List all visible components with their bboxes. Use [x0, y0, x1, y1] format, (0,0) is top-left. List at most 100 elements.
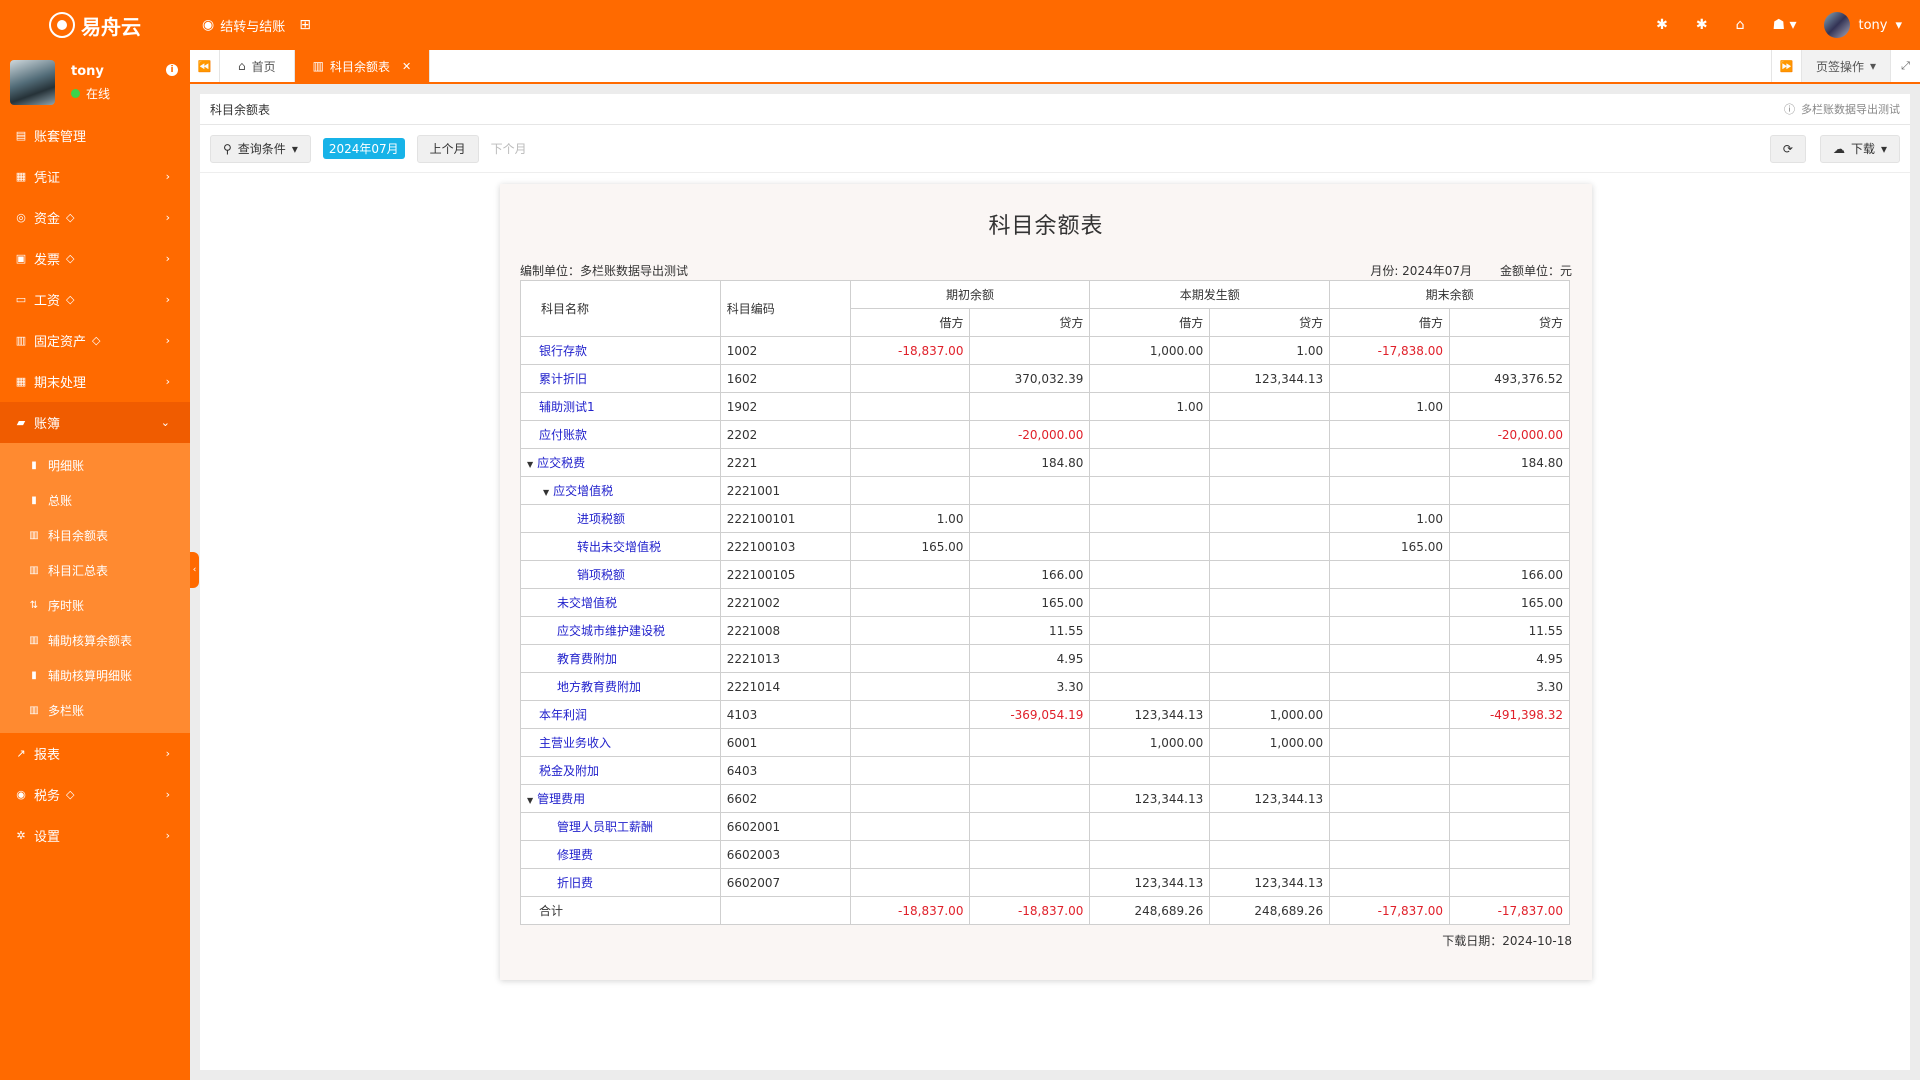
tab-scroll-right[interactable]: ⏩: [1770, 50, 1801, 82]
bug-icon[interactable]: ✱: [1656, 17, 1668, 33]
submenu-item-1[interactable]: ▮ 总账: [0, 483, 190, 518]
account-name-link[interactable]: 管理人员职工薪酬: [520, 812, 721, 841]
sidebar-item-8[interactable]: ↗ 报表 ›: [0, 733, 190, 774]
amount-cell: [969, 756, 1091, 785]
sidebar-item-5[interactable]: ▥ 固定资产 ◇ ›: [0, 320, 190, 361]
close-period-button[interactable]: ◉ 结转与结账: [202, 16, 285, 35]
panel-header: 科目余额表 ⓘ 多栏账数据导出测试: [200, 94, 1910, 125]
account-name-link[interactable]: ▼ 应交增值税: [520, 476, 721, 505]
account-name-link[interactable]: 税金及附加: [520, 756, 721, 785]
voucher-icon: ▦: [15, 170, 27, 183]
account-name-link[interactable]: 未交增值税: [520, 588, 721, 617]
sidebar-item-label: 税务: [34, 789, 61, 804]
user-menu-icon[interactable]: ☗ ▾: [1772, 17, 1796, 33]
amount-cell: 123,344.13: [1209, 364, 1331, 393]
header-current: 本期发生额: [1089, 280, 1331, 309]
sidebar-item-4[interactable]: ▭ 工资 ◇ ›: [0, 279, 190, 320]
total-amount-cell: 248,689.26: [1209, 896, 1331, 925]
account-name-link[interactable]: 应交城市维护建设税: [520, 616, 721, 645]
sort-icon: ⇅: [29, 600, 39, 611]
sidebar-item-3[interactable]: ▣ 发票 ◇ ›: [0, 238, 190, 279]
page-ops-dropdown[interactable]: 页签操作 ▾: [1800, 50, 1890, 82]
submenu-item-label: 多栏账: [48, 704, 85, 718]
user-menu[interactable]: tony ▾: [1824, 12, 1902, 38]
submenu-item-2[interactable]: ▥ 科目余额表: [0, 518, 190, 553]
account-name-link[interactable]: 修理费: [520, 840, 721, 869]
account-name-link[interactable]: 教育费附加: [520, 644, 721, 673]
home-icon[interactable]: ⌂: [1736, 17, 1745, 33]
sidebar-item-label: 账簿: [34, 417, 61, 432]
refresh-button[interactable]: ⟳: [1769, 134, 1806, 163]
amount-cell: 1.00: [849, 504, 971, 533]
sidebar-item-10[interactable]: ✲ 设置 ›: [0, 815, 190, 856]
tab-home[interactable]: ⌂ 首页: [220, 50, 295, 82]
account-name-link[interactable]: 转出未交增值税: [520, 532, 721, 561]
submenu-item-6[interactable]: ▮ 辅助核算明细账: [0, 658, 190, 693]
submenu-item-3[interactable]: ▥ 科目汇总表: [0, 553, 190, 588]
account-name-link[interactable]: 进项税额: [520, 504, 721, 533]
sidebar-item-2[interactable]: ◎ 资金 ◇ ›: [0, 197, 190, 238]
submenu-item-7[interactable]: ▥ 多栏账: [0, 693, 190, 728]
account-name-link[interactable]: 主营业务收入: [520, 728, 721, 757]
tab-account-balance[interactable]: ▥ 科目余额表 ✕: [294, 50, 431, 82]
account-code: 2221008: [719, 616, 851, 645]
caret-down-icon[interactable]: ▼: [527, 460, 533, 469]
caret-down-icon[interactable]: ▼: [543, 488, 549, 497]
account-name-link[interactable]: 累计折旧: [520, 364, 721, 393]
amount-cell: [1209, 812, 1331, 841]
chevron-right-icon: ›: [165, 334, 170, 347]
amount-cell: 123,344.13: [1089, 784, 1211, 813]
account-name-link[interactable]: ▼ 管理费用: [520, 784, 721, 813]
account-name-link[interactable]: ▼ 应交税费: [520, 448, 721, 477]
download-button[interactable]: ☁ 下载 ▾: [1819, 134, 1900, 163]
submenu-item-0[interactable]: ▮ 明细账: [0, 448, 190, 483]
add-tab-button[interactable]: ⊞: [299, 17, 311, 33]
diamond-icon: ◇: [66, 211, 75, 224]
query-conditions-button[interactable]: ⚲ 查询条件 ▾: [210, 134, 311, 163]
caret-down-icon[interactable]: ▼: [527, 796, 533, 805]
total-amount-cell: -18,837.00: [969, 896, 1091, 925]
account-name-link[interactable]: 地方教育费附加: [520, 672, 721, 701]
account-name-link[interactable]: 应付账款: [520, 420, 721, 449]
amount-cell: [1449, 392, 1570, 421]
chevron-down-icon: ⌄: [160, 416, 170, 429]
amount-cell: [849, 476, 971, 505]
prev-month-button[interactable]: 上个月: [416, 134, 479, 163]
sidebar-item-0[interactable]: ▤ 账套管理: [0, 115, 190, 156]
submenu-item-5[interactable]: ▥ 辅助核算余额表: [0, 623, 190, 658]
info-icon[interactable]: i: [166, 64, 178, 76]
close-icon[interactable]: ✕: [402, 60, 411, 73]
account-name-link[interactable]: 本年利润: [520, 700, 721, 729]
sidebar-item-9[interactable]: ◉ 税务 ◇ ›: [0, 774, 190, 815]
account-name-link[interactable]: 银行存款: [520, 336, 721, 365]
sidebar-collapse-handle[interactable]: ‹: [190, 552, 199, 588]
account-name-link[interactable]: 销项税额: [520, 560, 721, 589]
chevron-right-icon: ›: [165, 788, 170, 801]
amount-cell: 123,344.13: [1209, 784, 1331, 813]
amount-cell: [849, 420, 971, 449]
amount-cell: [1209, 476, 1331, 505]
table-row: 本年利润 4103 -369,054.19 123,344.13 1,000.00 -49…: [520, 700, 1570, 729]
sidebar-item-7[interactable]: ▰ 账簿 ⌄: [0, 402, 190, 443]
submenu-item-4[interactable]: ⇅ 序时账: [0, 588, 190, 623]
logo[interactable]: 易舟云: [0, 11, 190, 40]
amount-cell: -369,054.19: [969, 700, 1091, 729]
account-name-link[interactable]: 折旧费: [520, 868, 721, 897]
next-month-button[interactable]: 下个月: [491, 140, 527, 157]
bug-report-icon[interactable]: ✱: [1696, 17, 1708, 33]
bookmark-icon: ▮: [31, 495, 37, 506]
account-name-link[interactable]: 辅助测试1: [520, 392, 721, 421]
amount-cell: [849, 728, 971, 757]
sidebar-item-label: 账套管理: [34, 130, 87, 145]
chevron-down-icon: ▾: [291, 141, 298, 156]
amount-cell: [849, 812, 971, 841]
period-badge[interactable]: 2024年07月: [322, 138, 405, 159]
sidebar-item-6[interactable]: ▦ 期末处理 ›: [0, 361, 190, 402]
account-code: 2221001: [719, 476, 851, 505]
amount-cell: [1329, 448, 1451, 477]
account-code: 6602001: [719, 812, 851, 841]
report-title: 科目余额表: [988, 214, 1104, 239]
tab-scroll-left[interactable]: ⏪: [190, 50, 220, 82]
sidebar-item-1[interactable]: ▦ 凭证 ›: [0, 156, 190, 197]
fullscreen-button[interactable]: ⤢: [1890, 50, 1920, 82]
